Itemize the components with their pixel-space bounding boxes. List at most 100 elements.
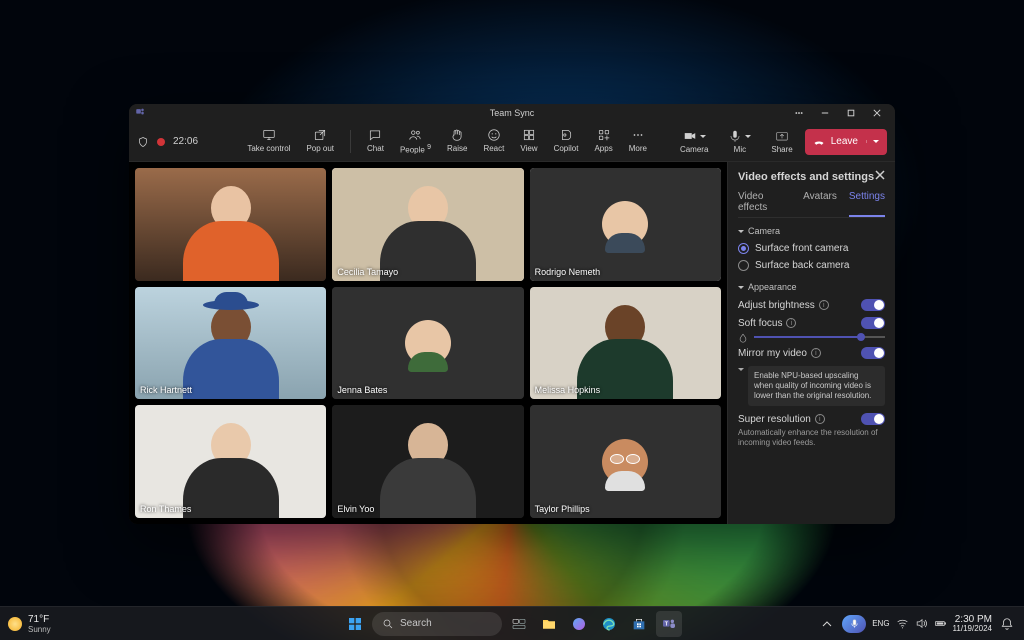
- super-resolution-toggle[interactable]: [861, 413, 885, 425]
- pop-out-icon: [313, 128, 327, 142]
- appearance-section-header[interactable]: Appearance: [738, 282, 885, 292]
- people-button[interactable]: People 9: [394, 126, 437, 157]
- wifi-icon[interactable]: [896, 617, 909, 630]
- language-indicator[interactable]: ENG: [872, 619, 889, 628]
- chevron-down-icon: [738, 368, 744, 371]
- soft-focus-label: Soft focus: [738, 318, 782, 329]
- store-button[interactable]: [626, 611, 652, 637]
- soft-focus-slider[interactable]: [754, 336, 885, 338]
- participant-tile[interactable]: Ron Thames: [135, 405, 326, 518]
- taskbar-search[interactable]: Search: [372, 612, 502, 636]
- tab-avatars[interactable]: Avatars: [803, 191, 837, 217]
- react-button[interactable]: React: [477, 126, 510, 157]
- camera-section-header[interactable]: Camera: [738, 226, 885, 236]
- tab-settings[interactable]: Settings: [849, 191, 885, 217]
- chat-button[interactable]: Chat: [361, 126, 390, 157]
- participant-tile[interactable]: Jenna Bates: [332, 287, 523, 400]
- close-button[interactable]: [865, 106, 889, 120]
- notifications-button[interactable]: [998, 615, 1016, 633]
- soft-focus-toggle[interactable]: [861, 317, 885, 329]
- info-icon[interactable]: i: [811, 348, 821, 358]
- search-placeholder: Search: [400, 618, 432, 629]
- mic-toggle[interactable]: Mic: [720, 127, 759, 156]
- radio-icon: [738, 243, 749, 254]
- camera-icon: [683, 129, 697, 143]
- window-titlebar: Team Sync: [129, 104, 895, 122]
- view-button[interactable]: View: [514, 126, 543, 157]
- people-count: 9: [427, 144, 431, 151]
- adjust-brightness-label: Adjust brightness: [738, 300, 815, 311]
- grid-icon: [522, 128, 536, 142]
- share-button[interactable]: Share: [763, 127, 800, 156]
- more-options-button[interactable]: [787, 106, 811, 120]
- battery-icon[interactable]: [934, 617, 947, 630]
- participant-name: Rodrigo Nemeth: [535, 267, 601, 277]
- participant-tile[interactable]: Rodrigo Nemeth: [530, 168, 721, 281]
- participant-tile[interactable]: [135, 168, 326, 281]
- recording-icon: [155, 136, 167, 148]
- tray-overflow-button[interactable]: [818, 611, 836, 637]
- super-resolution-description: Automatically enhance the resolution of …: [738, 428, 885, 448]
- windows-taskbar: 71°F Sunny Search T ENG 2:30 PM 11/19/20: [0, 606, 1024, 640]
- monitor-icon: [262, 128, 276, 142]
- participant-name: Ron Thames: [140, 504, 191, 514]
- participant-tile[interactable]: Melissa Hopkins: [530, 287, 721, 400]
- mirror-video-toggle[interactable]: [861, 347, 885, 359]
- leave-dropdown[interactable]: [866, 140, 879, 143]
- weather-widget[interactable]: 71°F Sunny: [8, 614, 51, 634]
- task-view-button[interactable]: [506, 611, 532, 637]
- apps-icon: [597, 128, 611, 142]
- sun-icon: [8, 617, 22, 631]
- camera-toggle[interactable]: Camera: [672, 127, 716, 156]
- info-icon[interactable]: i: [786, 318, 796, 328]
- edge-button[interactable]: [596, 611, 622, 637]
- clock[interactable]: 2:30 PM 11/19/2024: [953, 614, 992, 634]
- start-button[interactable]: [342, 611, 368, 637]
- copilot-app-button[interactable]: [566, 611, 592, 637]
- share-icon: [775, 129, 789, 143]
- meeting-title: Team Sync: [490, 108, 535, 118]
- camera-option-label: Surface back camera: [755, 260, 850, 271]
- take-control-button[interactable]: Take control: [241, 126, 296, 157]
- participant-tile[interactable]: Rick Hartnett: [135, 287, 326, 400]
- video-effects-panel: Video effects and settings Video effects…: [727, 162, 895, 524]
- participant-tile[interactable]: Taylor Phillips: [530, 405, 721, 518]
- tab-video-effects[interactable]: Video effects: [738, 191, 791, 217]
- participant-name: Cecilia Tamayo: [337, 267, 398, 277]
- explorer-button[interactable]: [536, 611, 562, 637]
- video-grid: Cecilia Tamayo Rodrigo Nemeth Rick Hartnet…: [129, 162, 727, 524]
- camera-option[interactable]: Surface back camera: [738, 257, 885, 274]
- maximize-button[interactable]: [839, 106, 863, 120]
- info-icon[interactable]: i: [819, 300, 829, 310]
- panel-tabs: Video effects Avatars Settings: [738, 191, 885, 218]
- date: 11/19/2024: [953, 625, 992, 634]
- volume-icon[interactable]: [915, 617, 928, 630]
- leave-button[interactable]: Leave: [805, 129, 887, 155]
- participant-tile[interactable]: Cecilia Tamayo: [332, 168, 523, 281]
- pop-out-button[interactable]: Pop out: [300, 126, 340, 157]
- panel-close-button[interactable]: [875, 170, 885, 183]
- apps-button[interactable]: Apps: [588, 126, 618, 157]
- chevron-down-icon: [700, 135, 706, 138]
- radio-icon: [738, 260, 749, 271]
- emoji-icon: [487, 128, 501, 142]
- camera-option[interactable]: Surface front camera: [738, 240, 885, 257]
- info-icon[interactable]: i: [815, 414, 825, 424]
- more-button[interactable]: More: [623, 126, 653, 157]
- participant-name: Rick Hartnett: [140, 385, 192, 395]
- hand-icon: [450, 128, 464, 142]
- temperature: 71°F: [28, 614, 51, 625]
- participant-tile[interactable]: Elvin Yoo: [332, 405, 523, 518]
- search-icon: [382, 618, 394, 630]
- people-icon: [408, 128, 422, 142]
- teams-icon: [135, 107, 145, 119]
- adjust-brightness-toggle[interactable]: [861, 299, 885, 311]
- camera-option-label: Surface front camera: [755, 243, 848, 254]
- copilot-button[interactable]: Copilot: [548, 126, 585, 157]
- teams-app-button[interactable]: T: [656, 611, 682, 637]
- super-resolution-label: Super resolution: [738, 414, 811, 425]
- minimize-button[interactable]: [813, 106, 837, 120]
- raise-hand-button[interactable]: Raise: [441, 126, 473, 157]
- copilot-tray-button[interactable]: [842, 615, 866, 633]
- timer-text: 22:06: [173, 136, 198, 147]
